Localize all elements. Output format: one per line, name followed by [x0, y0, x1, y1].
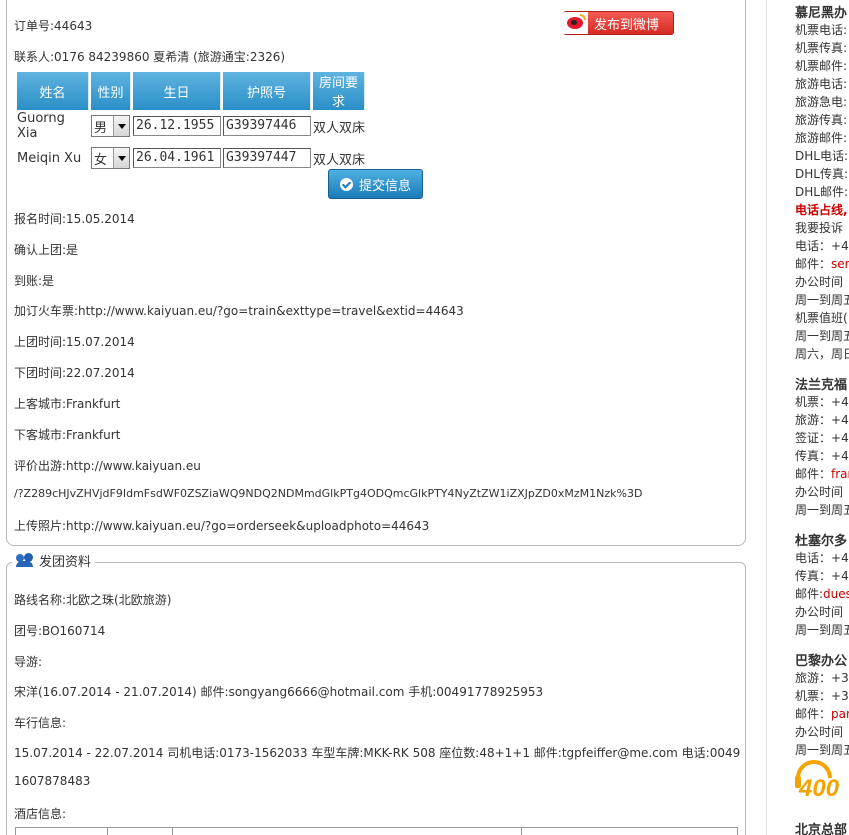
upload-photo-link[interactable]: http://www.kaiyuan.eu/?go=orderseek&uplo… [66, 519, 429, 533]
table-row: Guorng Xia 男 26.12.1955 G39397446 双人双床 [17, 110, 365, 142]
bus-info-continued: 1607878483 [14, 774, 91, 788]
traveler-table: 姓名 性别 生日 护照号 房间要求 Guorng Xia 男 26.12.195… [15, 72, 367, 174]
sidebar-line: 旅游：+33 [795, 671, 849, 685]
birthday-input[interactable]: 26.12.1955 [133, 116, 221, 136]
header-passport: 护照号 [223, 72, 311, 110]
sidebar-line: 邮件：par [795, 707, 849, 721]
weekdays: 周一到周五 [795, 743, 849, 757]
gender-select[interactable]: 女 [91, 147, 130, 169]
chevron-down-icon[interactable] [113, 148, 129, 168]
dusseldorf-office-title: 杜塞尔多 [795, 534, 848, 549]
hotline-400-icon[interactable]: 400 [794, 758, 849, 800]
train-ticket: 加订火车票:http://www.kaiyuan.eu/?go=train&ex… [14, 304, 464, 318]
office-hours: 办公时间 [795, 485, 844, 499]
sidebar-line: 机票传真: [795, 41, 848, 55]
header-room: 房间要求 [313, 72, 365, 110]
alighting-city: 下客城市:Frankfurt [14, 428, 121, 442]
office-hours: 办公时间 [795, 725, 844, 739]
check-icon [339, 177, 353, 191]
header-gender: 性别 [91, 72, 131, 110]
weekdays: 周一到周五 [795, 623, 849, 637]
mail-link[interactable]: par [831, 707, 849, 721]
sidebar-line: 旅游传真: [795, 113, 848, 127]
review-link[interactable]: http://www.kaiyuan.eu [66, 459, 201, 473]
contact-info: 联系人:0176 84239860 夏希清 (旅游通宝:2326) [14, 50, 286, 64]
guide-info: 宋洋(16.07.2014 - 21.07.2014) 邮件:songyang6… [14, 685, 544, 699]
header-name: 姓名 [17, 72, 89, 110]
weekdays: 周一到周五 [795, 329, 849, 343]
sidebar-line: 机票：+33 [795, 689, 849, 703]
submit-button[interactable]: 提交信息 [328, 169, 423, 199]
paris-office-title: 巴黎办公 [795, 654, 848, 669]
weibo-icon [562, 12, 588, 34]
sidebar-line: 旅游：+49 [795, 413, 849, 427]
sidebar-line: 机票邮件: [795, 59, 848, 73]
header-birthday: 生日 [133, 72, 221, 110]
sidebar-line: 机票：+49 [795, 395, 849, 409]
share-weibo-button[interactable]: 发布到微博 [562, 11, 674, 35]
hotel-table [15, 827, 738, 835]
room-requirement: 双人双床 [313, 120, 366, 136]
sidebar-line: 邮件:dues [795, 585, 849, 602]
beijing-hq-title: 北京总部 [795, 823, 848, 835]
guide-label: 导游: [14, 655, 43, 669]
sidebar-line: 传真：+49 [795, 449, 849, 463]
complain-mail: 邮件：ser [795, 257, 849, 271]
end-time: 下团时间:22.07.2014 [14, 366, 135, 380]
boarding-city: 上客城市:Frankfurt [14, 397, 121, 411]
sidebar-line: 旅游急电: [795, 95, 848, 109]
sidebar-line: 传真：+49 [795, 569, 849, 583]
sidebar-line: 邮件：fran [795, 465, 849, 482]
birthday-input[interactable]: 26.04.1961 [133, 148, 221, 168]
start-time: 上团时间:15.07.2014 [14, 335, 135, 349]
order-number: 订单号:44643 [14, 19, 93, 33]
svg-text:400: 400 [798, 775, 840, 800]
traveler-name: Guorng Xia [17, 111, 65, 141]
sidebar-line: DHL邮件: [795, 185, 848, 199]
mail-link[interactable]: dues [823, 587, 849, 601]
train-link[interactable]: http://www.kaiyuan.eu/?go=train&exttype=… [78, 304, 464, 318]
group-number: 团号:BO160714 [14, 624, 106, 638]
chevron-down-icon[interactable] [113, 116, 129, 136]
mail-link[interactable]: ser [831, 257, 849, 271]
weekdays: 周一到周五 [795, 503, 849, 517]
sidebar-line: DHL电话: [795, 149, 848, 163]
tour-info-legend: 发团资料 [12, 551, 96, 570]
payment-status: 到账:是 [14, 274, 55, 288]
gender-select[interactable]: 男 [91, 115, 130, 137]
bus-info: 15.07.2014 - 22.07.2014 司机电话:0173-156203… [14, 746, 741, 760]
upload-photo: 上传照片:http://www.kaiyuan.eu/?go=orderseek… [14, 519, 430, 533]
office-hours: 办公时间 [795, 605, 844, 619]
review-link-continued[interactable]: /?Z289cHJvZHVjdF9IdmFsdWF0ZSZiaWQ9NDQ2ND… [14, 487, 642, 500]
complain-link[interactable]: 我要投诉 [795, 219, 843, 236]
sidebar-line: DHL传真: [795, 167, 848, 181]
route-name: 路线名称:北欧之珠(北欧旅游) [14, 593, 172, 607]
sidebar-line: 机票电话: [795, 23, 848, 37]
bus-label: 车行信息: [14, 716, 67, 730]
hotel-label: 酒店信息: [14, 807, 67, 821]
complain-phone: 电话：+49 [795, 239, 849, 253]
confirm-status: 确认上团:是 [14, 243, 79, 257]
sidebar-line: 签证：+49 [795, 431, 849, 445]
passport-input[interactable]: G39397446 [223, 116, 311, 136]
review-label: 评价出游:http://www.kaiyuan.eu [14, 459, 201, 473]
office-hours: 办公时间 [795, 275, 844, 289]
mail-link[interactable]: fran [831, 467, 849, 481]
group-users-icon [16, 553, 34, 567]
ticket-duty: 机票值班( [795, 311, 848, 325]
sidebar-line: 旅游电话: [795, 77, 848, 91]
weekend: 周六，周日 [795, 347, 849, 361]
sidebar-line: 旅游邮件: [795, 131, 848, 145]
signup-time: 报名时间:15.05.2014 [14, 212, 135, 226]
munich-office-title: 慕尼黑办 [795, 6, 848, 21]
sidebar-line: 电话：+49 [795, 551, 849, 565]
passport-input[interactable]: G39397447 [223, 148, 311, 168]
weekdays: 周一到周五 [795, 293, 849, 307]
table-row: Meiqin Xu 女 26.04.1961 G39397447 双人双床 [17, 142, 365, 174]
frankfurt-office-title: 法兰克福 [795, 378, 848, 393]
busy-notice: 电话占线, [795, 203, 848, 217]
traveler-name: Meiqin Xu [17, 150, 82, 166]
